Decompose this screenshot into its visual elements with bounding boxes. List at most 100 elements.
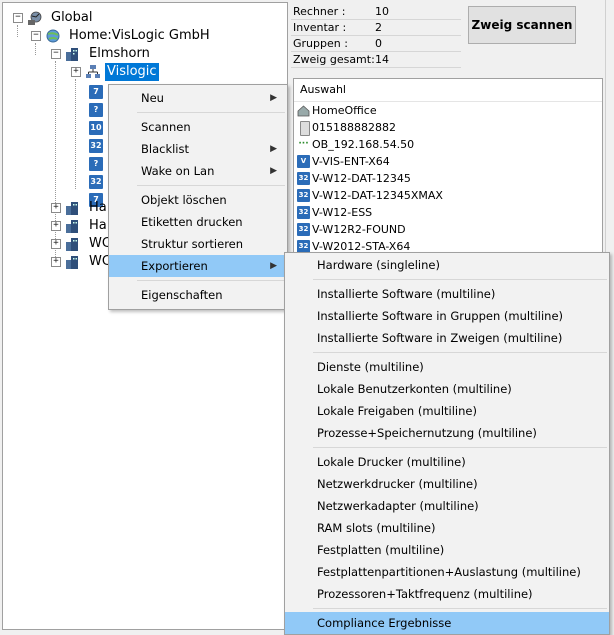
menu-item-blacklist[interactable]: Blacklist ▶	[109, 138, 287, 160]
export-festplatten[interactable]: Festplatten (multiline)	[285, 539, 609, 561]
tree-node-label: Elmshorn	[89, 46, 150, 61]
device-icon: 32	[297, 206, 310, 219]
selection-list[interactable]: Auswahl HomeOffice 015188882882 ··· OB_1…	[293, 78, 603, 258]
menu-item-label: Eigenschaften	[141, 288, 223, 302]
export-dienste[interactable]: Dienste (multiline)	[285, 356, 609, 378]
menu-item-wake-on-lan[interactable]: Wake on Lan ▶	[109, 160, 287, 182]
submenu-arrow-icon: ▶	[270, 144, 277, 154]
scan-branch-button[interactable]: Zweig scannen	[468, 6, 576, 44]
menu-item-label: Blacklist	[141, 142, 190, 156]
stat-label: Zweig gesamt:	[293, 53, 375, 66]
menu-item-label: Netzwerkadapter (multiline)	[317, 499, 479, 513]
menu-item-objekt-loeschen[interactable]: Objekt löschen	[109, 189, 287, 211]
export-lokale-drucker[interactable]: Lokale Drucker (multiline)	[285, 451, 609, 473]
device-icon: 32	[297, 172, 310, 185]
menu-item-label: Prozesse+Speichernutzung (multiline)	[317, 426, 537, 440]
collapse-icon[interactable]: −	[31, 31, 41, 41]
collapse-icon[interactable]: −	[13, 13, 23, 23]
menu-separator	[313, 279, 607, 280]
menu-item-label: Lokale Freigaben (multiline)	[317, 404, 477, 418]
expand-icon[interactable]: +	[71, 67, 81, 77]
menu-item-label: Lokale Benutzerkonten (multiline)	[317, 382, 512, 396]
menu-separator	[137, 112, 285, 113]
stat-label: Rechner :	[293, 5, 346, 18]
menu-item-label: Objekt löschen	[141, 193, 227, 207]
list-item[interactable]: 32 V-W12-DAT-12345	[294, 170, 602, 187]
device-icon: 10	[89, 121, 103, 135]
globe-icon	[45, 28, 61, 44]
list-item[interactable]: 32 V-W12R2-FOUND	[294, 221, 602, 238]
menu-item-exportieren[interactable]: Exportieren ▶	[109, 255, 287, 277]
list-item-label: V-W12-ESS	[312, 206, 373, 219]
menu-item-struktur-sortieren[interactable]: Struktur sortieren	[109, 233, 287, 255]
tree-connector	[35, 43, 36, 55]
menu-item-label: Lokale Drucker (multiline)	[317, 455, 466, 469]
list-item[interactable]: ··· OB_192.168.54.50	[294, 136, 602, 153]
menu-item-etiketten-drucken[interactable]: Etiketten drucken	[109, 211, 287, 233]
menu-item-scannen[interactable]: Scannen	[109, 116, 287, 138]
tree-node-label: Ha	[89, 218, 107, 233]
device-icon: 32	[297, 189, 310, 202]
menu-item-label: Installierte Software in Zweigen (multil…	[317, 331, 563, 345]
tree-connector	[17, 25, 18, 37]
submenu-arrow-icon: ▶	[270, 93, 277, 103]
tree-node-label: Global	[51, 10, 93, 25]
tree-node-label: Ha	[89, 200, 107, 215]
list-item[interactable]: V V-VIS-ENT-X64	[294, 153, 602, 170]
device-icon: ?	[89, 157, 103, 171]
export-software-zweigen[interactable]: Installierte Software in Zweigen (multil…	[285, 327, 609, 349]
menu-item-label: Etiketten drucken	[141, 215, 243, 229]
tree-node-label: Home:VisLogic GmbH	[69, 28, 210, 43]
export-submenu[interactable]: Hardware (singleline) Installierte Softw…	[284, 252, 610, 635]
export-netzwerkadapter[interactable]: Netzwerkadapter (multiline)	[285, 495, 609, 517]
export-freigaben[interactable]: Lokale Freigaben (multiline)	[285, 400, 609, 422]
list-item-label: V-W12R2-FOUND	[312, 223, 406, 236]
menu-separator	[313, 608, 607, 609]
building-icon	[65, 254, 81, 270]
export-installierte-software[interactable]: Installierte Software (multiline)	[285, 283, 609, 305]
menu-item-label: RAM slots (multiline)	[317, 521, 436, 535]
menu-separator	[313, 352, 607, 353]
expand-icon[interactable]: +	[51, 239, 61, 249]
list-item-label: HomeOffice	[312, 104, 377, 117]
context-menu[interactable]: Neu ▶ Scannen Blacklist ▶ Wake on Lan ▶ …	[108, 84, 288, 310]
export-prozessoren[interactable]: Prozessoren+Taktfrequenz (multiline)	[285, 583, 609, 605]
export-compliance-ergebnisse[interactable]: Compliance Ergebnisse	[285, 612, 609, 634]
list-item-label: V-W12-DAT-12345	[312, 172, 411, 185]
list-item[interactable]: 32 V-W12-ESS	[294, 204, 602, 221]
menu-item-label: Installierte Software (multiline)	[317, 287, 496, 301]
menu-item-label: Hardware (singleline)	[317, 258, 440, 272]
export-netzwerkdrucker[interactable]: Netzwerkdrucker (multiline)	[285, 473, 609, 495]
menu-separator	[137, 280, 285, 281]
list-item-label: OB_192.168.54.50	[312, 138, 415, 151]
stat-value: 10	[375, 5, 389, 18]
stat-value: 2	[375, 21, 382, 34]
stat-row-rechner: Rechner : 10	[291, 4, 461, 20]
device-icon: 32	[297, 223, 310, 236]
menu-separator	[313, 447, 607, 448]
list-item[interactable]: 015188882882	[294, 119, 602, 136]
list-item[interactable]: 32 V-W12-DAT-12345XMAX	[294, 187, 602, 204]
tree-node-label: Vislogic	[105, 63, 159, 81]
export-festplattenpartitionen[interactable]: Festplattenpartitionen+Auslastung (multi…	[285, 561, 609, 583]
export-ram-slots[interactable]: RAM slots (multiline)	[285, 517, 609, 539]
expand-icon[interactable]: +	[51, 221, 61, 231]
home-icon	[297, 104, 310, 117]
list-item[interactable]: HomeOffice	[294, 102, 602, 119]
export-hardware-singleline[interactable]: Hardware (singleline)	[285, 254, 609, 276]
export-benutzerkonten[interactable]: Lokale Benutzerkonten (multiline)	[285, 378, 609, 400]
phone-icon	[300, 121, 310, 136]
device-icon: 7	[89, 85, 103, 99]
export-prozesse[interactable]: Prozesse+Speichernutzung (multiline)	[285, 422, 609, 444]
menu-item-neu[interactable]: Neu ▶	[109, 87, 287, 109]
building-icon	[65, 46, 81, 62]
menu-item-eigenschaften[interactable]: Eigenschaften	[109, 284, 287, 306]
menu-item-label: Wake on Lan	[141, 164, 215, 178]
menu-item-label: Festplattenpartitionen+Auslastung (multi…	[317, 565, 581, 579]
expand-icon[interactable]: +	[51, 257, 61, 267]
expand-icon[interactable]: +	[51, 203, 61, 213]
stat-value: 0	[375, 37, 382, 50]
stat-row-zweig-gesamt: Zweig gesamt: 14	[291, 52, 461, 68]
export-software-gruppen[interactable]: Installierte Software in Gruppen (multil…	[285, 305, 609, 327]
collapse-icon[interactable]: −	[51, 49, 61, 59]
